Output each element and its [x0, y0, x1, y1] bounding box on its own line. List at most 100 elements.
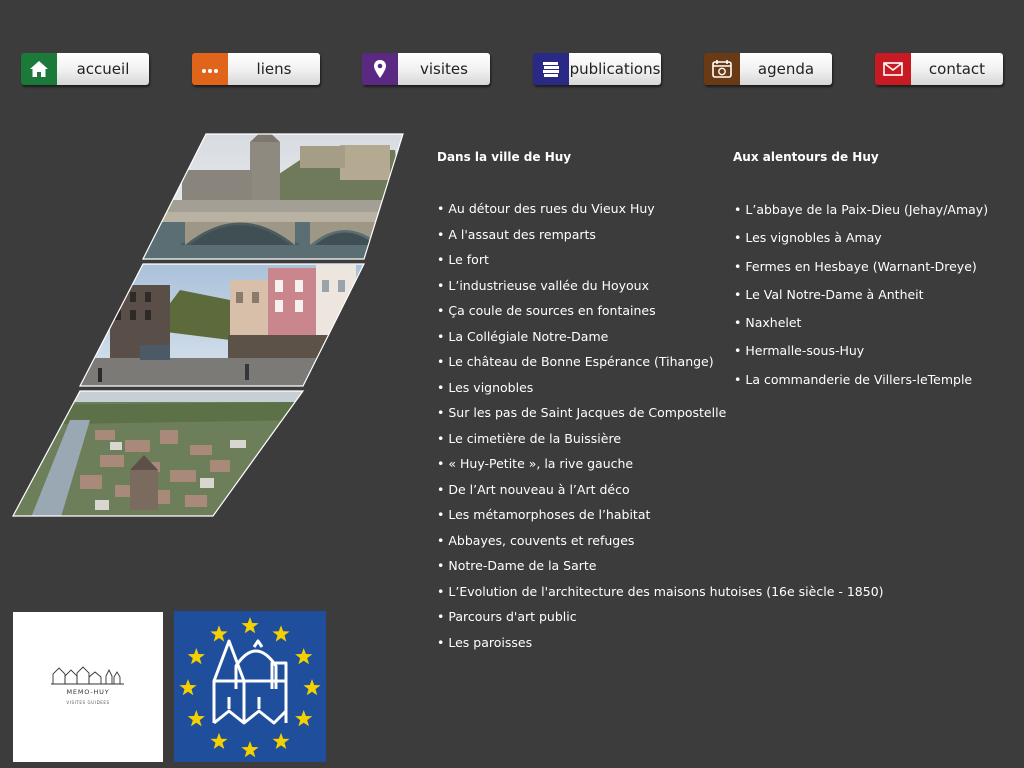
huy-visit-item-label: La Collégiale Notre-Dame	[448, 328, 609, 344]
around-visit-item-label: L’abbaye de la Paix-Dieu (Jehay/Amay)	[745, 202, 989, 217]
around-visit-item[interactable]: • Fermes en Hesbaye (Warnant-Dreye)	[734, 259, 988, 287]
page: accueil liens visites publications agend…	[0, 0, 1024, 768]
eu-star-icon	[241, 741, 259, 758]
eu-star-icon	[187, 648, 205, 665]
nav-contact-label: contact	[911, 53, 1003, 85]
bullet: •	[437, 379, 445, 395]
around-visits-list: • L’abbaye de la Paix-Dieu (Jehay/Amay) • L…	[734, 202, 988, 400]
eu-star-icon	[295, 710, 313, 727]
bullet: •	[734, 315, 742, 331]
huy-visit-item[interactable]: • « Huy-Petite », la rive gauche	[437, 456, 884, 482]
bullet: •	[437, 558, 445, 573]
eu-star-icon	[210, 625, 228, 642]
eu-star-icon	[303, 679, 321, 696]
eu-stars-icon	[179, 617, 321, 758]
books-icon	[533, 53, 569, 85]
huy-visit-item-label: Notre-Dame de la Sarte	[448, 558, 597, 573]
nav-agenda-label: agenda	[740, 53, 832, 85]
bullet: •	[437, 583, 445, 599]
huy-visit-item[interactable]: • Les paroisses	[437, 635, 884, 661]
bullet: •	[734, 230, 742, 246]
huy-visit-item-label: Abbayes, couvents et refuges	[448, 532, 635, 548]
houses-icon	[51, 666, 124, 685]
bullet: •	[437, 532, 445, 548]
huy-visit-item-label: Parcours d'art public	[448, 609, 577, 624]
bullet: •	[437, 456, 445, 471]
heritage-eu-logo[interactable]	[174, 611, 326, 762]
eu-star-icon	[179, 679, 197, 696]
envelope-icon	[875, 53, 911, 85]
huy-visit-item[interactable]: • Abbayes, couvents et refuges	[437, 533, 884, 559]
eu-star-icon	[187, 710, 205, 727]
huy-column-title: Dans la ville de Huy	[437, 150, 572, 164]
collegiale-outline-icon	[212, 639, 288, 725]
around-visit-item-label: Fermes en Hesbaye (Warnant-Dreye)	[745, 258, 977, 274]
around-visit-item-label: Hermalle-sous-Huy	[745, 343, 865, 359]
memo-huy-name: MEMO-HUY	[66, 688, 110, 696]
bullet: •	[437, 405, 445, 420]
around-visit-item[interactable]: • L’abbaye de la Paix-Dieu (Jehay/Amay)	[734, 202, 988, 230]
eu-star-icon	[272, 625, 290, 642]
bullet: •	[734, 202, 742, 217]
memo-huy-subtitle: VISITES GUIDEES	[66, 700, 110, 705]
eu-star-icon	[295, 648, 313, 665]
bullet: •	[437, 201, 445, 216]
eu-star-icon	[210, 732, 228, 749]
huy-visit-item-label: Sur les pas de Saint Jacques de Composte…	[448, 405, 727, 420]
around-visit-item-label: Naxhelet	[745, 315, 802, 331]
bullet: •	[437, 226, 445, 242]
huy-visit-item-label: A l'assaut des remparts	[448, 226, 596, 242]
around-visit-item-label: Le Val Notre-Dame à Antheit	[745, 286, 924, 302]
bullet: •	[437, 252, 445, 267]
bullet: •	[437, 507, 445, 522]
around-visit-item-label: La commanderie de Villers-leTemple	[745, 371, 973, 387]
calendar-icon	[704, 53, 740, 85]
bullet: •	[734, 371, 742, 387]
bullet: •	[437, 328, 445, 344]
huy-visit-item[interactable]: • Notre-Dame de la Sarte	[437, 558, 884, 584]
bullet: •	[734, 286, 742, 302]
nav-contact-button[interactable]: contact	[875, 53, 1003, 85]
bullet: •	[437, 354, 445, 369]
huy-visit-item-label: Les paroisses	[448, 634, 533, 650]
photo-mosaic	[11, 133, 404, 517]
bullet: •	[437, 277, 445, 293]
around-visit-item[interactable]: • Naxhelet	[734, 315, 988, 343]
huy-visit-item-label: L’industrieuse vallée du Hoyoux	[448, 277, 649, 293]
huy-visit-item-label: « Huy-Petite », la rive gauche	[448, 456, 634, 471]
huy-visit-item[interactable]: • Parcours d'art public	[437, 609, 884, 635]
around-visit-item-label: Les vignobles à Amay	[745, 230, 882, 246]
nav-publications-button[interactable]: publications	[533, 53, 661, 85]
bullet: •	[437, 303, 445, 318]
memo-huy-logo[interactable]: MEMO-HUY VISITES GUIDEES	[13, 612, 163, 762]
huy-visit-item[interactable]: • L’Evolution de l'architecture des maiso…	[437, 584, 884, 610]
around-column-title: Aux alentours de Huy	[733, 150, 879, 164]
nav-agenda-button[interactable]: agenda	[704, 53, 832, 85]
photo-grand-place	[80, 264, 364, 386]
huy-visit-item-label: Les métamorphoses de l’habitat	[448, 507, 651, 522]
huy-visit-item[interactable]: • Sur les pas de Saint Jacques de Compost…	[437, 405, 884, 431]
huy-visit-item-label: Au détour des rues du Vieux Huy	[448, 201, 655, 216]
huy-visit-item[interactable]: • Les métamorphoses de l’habitat	[437, 507, 884, 533]
bullet: •	[437, 634, 445, 650]
around-visit-item[interactable]: • La commanderie de Villers-leTemple	[734, 372, 988, 400]
photo-aerial-view	[13, 391, 303, 516]
eu-star-icon	[272, 732, 290, 749]
huy-visit-item-label: L’Evolution de l'architecture des maison…	[448, 583, 884, 599]
huy-visit-item[interactable]: • Le cimetière de la Buissière	[437, 431, 884, 457]
huy-visit-item-label: Les vignobles	[448, 379, 534, 395]
around-visit-item[interactable]: • Hermalle-sous-Huy	[734, 343, 988, 371]
around-visit-item[interactable]: • Le Val Notre-Dame à Antheit	[734, 287, 988, 315]
bullet: •	[437, 430, 445, 446]
nav-publications-label: publications	[569, 53, 661, 85]
bullet: •	[437, 609, 445, 624]
bullet: •	[734, 258, 742, 274]
huy-visit-item-label: Le cimetière de la Buissière	[448, 430, 622, 446]
around-visit-item[interactable]: • Les vignobles à Amay	[734, 230, 988, 258]
eu-star-icon	[241, 617, 259, 634]
huy-visit-item-label: Le château de Bonne Espérance (Tihange)	[448, 354, 714, 369]
huy-visit-item-label: De l’Art nouveau à l’Art déco	[448, 481, 630, 497]
huy-visit-item-label: Ça coule de sources en fontaines	[448, 303, 656, 318]
huy-visit-item[interactable]: • De l’Art nouveau à l’Art déco	[437, 482, 884, 508]
bullet: •	[437, 481, 445, 497]
